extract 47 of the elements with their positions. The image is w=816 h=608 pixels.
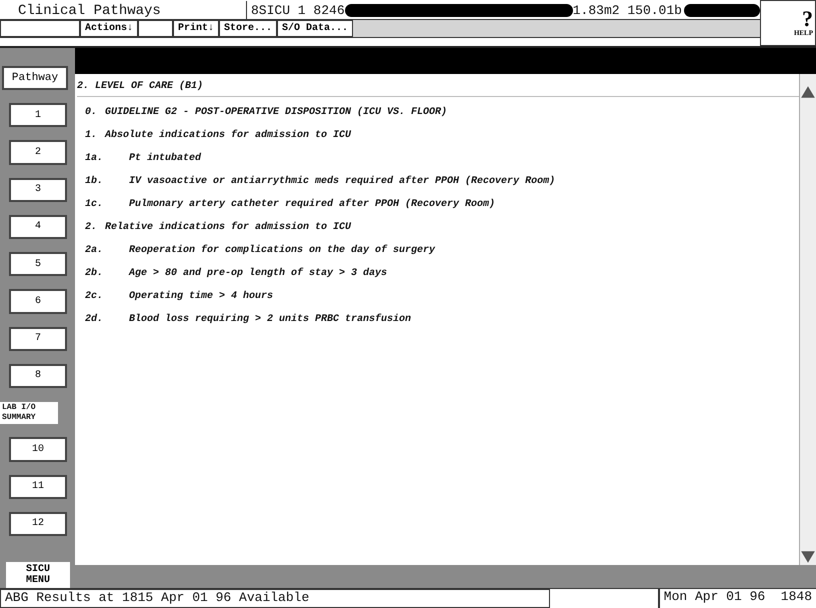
item-number: 2b. (85, 268, 104, 279)
sidebar-button[interactable]: 12 (9, 512, 67, 536)
sidebar-button[interactable]: 8 (9, 364, 67, 388)
item-number: 1c. (85, 199, 104, 210)
guideline-text: Absolute indications for admission to ICU (105, 130, 352, 141)
sidebar-button[interactable]: 5 (9, 252, 67, 276)
section-heading: 2. LEVEL OF CARE (B1) (77, 78, 799, 97)
toolbar-button[interactable] (0, 20, 80, 37)
sidebar-button[interactable]: 1 (9, 103, 67, 128)
guideline-text: Reoperation for complications on the day of surgery (129, 245, 436, 256)
guideline-text: Relative indications for admission to ICU (105, 222, 352, 233)
guideline-text: IV vasoactive or antiarrythmic meds required after PPOH (Recovery Room) (129, 176, 556, 187)
sidebar-button[interactable]: 6 (9, 289, 67, 314)
item-number: 2d. (85, 314, 104, 325)
scroll-up-icon[interactable] (800, 84, 816, 100)
sidebar-button[interactable]: 4 (9, 214, 67, 240)
item-number: 2a. (85, 245, 104, 256)
toolbar-button[interactable]: Actions↓ (80, 20, 138, 37)
item-number: 2c. (85, 291, 104, 302)
item-number: 2. (85, 222, 98, 233)
guideline-text: Age > 80 and pre-op length of stay > 3 days (129, 268, 388, 279)
toolbar-button[interactable]: Print↓ (173, 20, 220, 37)
sicu-menu-button[interactable]: SICU MENU (6, 562, 70, 588)
guideline-text: Pulmonary artery catheter required after PPOH (Recovery Room) (129, 199, 496, 210)
pathway-button[interactable]: Pathway (2, 66, 68, 90)
item-number: 1. (85, 130, 98, 141)
scroll-bar[interactable] (799, 74, 816, 565)
guideline-text: Pt intubated (129, 153, 202, 164)
patient-field: 8SICU 1 8246 1.83m2 150.01b (246, 1, 760, 19)
guideline-text: Operating time > 4 hours (129, 291, 274, 302)
item-number: 1a. (85, 153, 104, 164)
sidebar-button[interactable]: 10 (9, 437, 67, 462)
toolbar-button[interactable]: Store... (219, 20, 278, 37)
window-title: Clinical Pathways (17, 3, 162, 19)
guideline-text: GUIDELINE G2 - POST-OPERATIVE DISPOSITION (ICU VS. FLOOR) (105, 107, 448, 118)
item-number: 0. (85, 107, 98, 118)
sidebar-button[interactable]: 11 (9, 474, 67, 499)
sidebar-button[interactable]: 2 (9, 140, 67, 165)
sidebar-button[interactable]: 3 (9, 178, 67, 202)
toolbar-button[interactable] (138, 20, 174, 37)
lab-io-summary-button[interactable]: LAB I/O SUMMARY (0, 402, 58, 424)
toolbar-button[interactable]: S/O Data... (277, 20, 354, 37)
item-number: 1b. (85, 176, 104, 187)
sidebar-button[interactable]: 7 (9, 326, 67, 351)
status-datetime: Mon Apr 01 96 1848 (658, 589, 816, 608)
status-message: ABG Results at 1815 Apr 01 96 Available (0, 589, 550, 608)
guideline-text: Blood loss requiring > 2 units PRBC transfusion (129, 314, 412, 325)
